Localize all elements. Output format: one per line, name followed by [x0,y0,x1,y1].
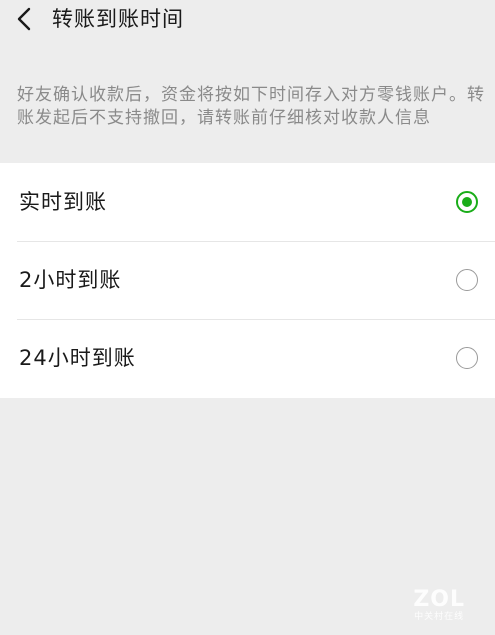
radio-selected-icon[interactable] [456,191,478,213]
watermark-logo: ZOL [413,587,465,612]
back-button[interactable] [10,4,40,34]
option-label: 2小时到账 [19,268,122,292]
zol-watermark: ZOL 中关村在线 [413,588,465,623]
watermark-subtitle: 中关村在线 [414,612,465,622]
radio-dot-icon [462,197,472,207]
chevron-left-icon [17,7,31,31]
option-2-hours[interactable]: 2小时到账 [0,241,495,319]
radio-unselected-icon[interactable] [456,347,478,369]
option-realtime[interactable]: 实时到账 [0,163,495,241]
transfer-description: 好友确认收款后，资金将按如下时间存入对方零钱账户。转账发起后不支持撤回，请转账前… [17,85,485,128]
page-title: 转账到账时间 [52,7,184,31]
option-24-hours[interactable]: 24小时到账 [0,319,495,397]
radio-unselected-icon[interactable] [456,269,478,291]
option-label: 实时到账 [19,190,107,214]
option-label: 24小时到账 [19,346,136,370]
arrival-time-options: 实时到账 2小时到账 24小时到账 [0,163,495,398]
header-bar: 转账到账时间 [0,0,495,40]
